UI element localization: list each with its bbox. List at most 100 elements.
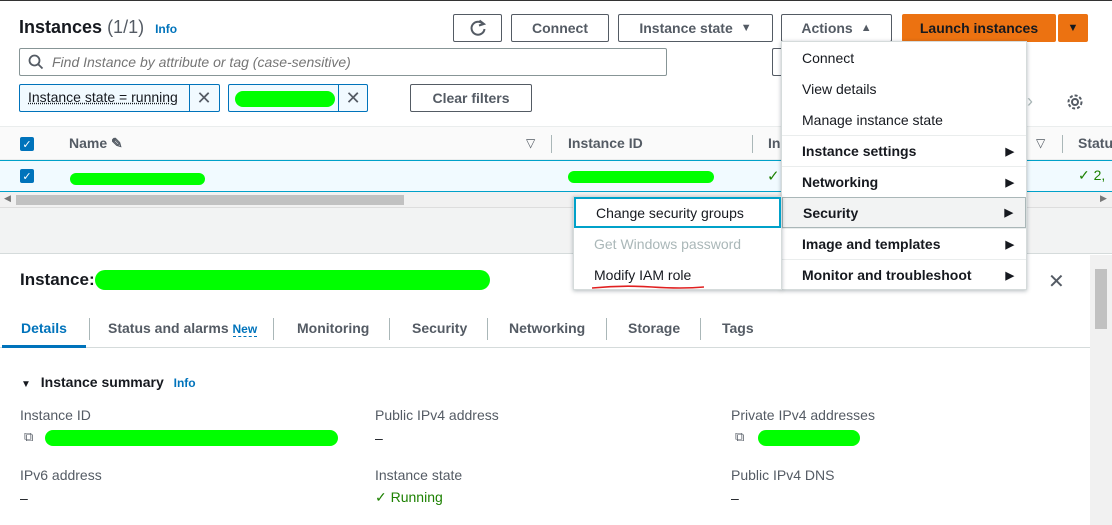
- menu-item-view-details[interactable]: View details: [782, 73, 1026, 104]
- tab-status-alarms[interactable]: Status and alarms New: [108, 320, 258, 337]
- status-checks-text: 2,: [1093, 167, 1106, 183]
- close-icon[interactable]: ✕: [1048, 269, 1065, 294]
- filter-token-state: Instance state = running ✕: [19, 84, 220, 112]
- tab-divider: [89, 318, 90, 340]
- redaction-mark: [758, 430, 860, 446]
- copy-icon[interactable]: ⧉: [24, 429, 33, 445]
- info-link[interactable]: Info: [155, 22, 177, 36]
- sort-icon[interactable]: ▽: [1036, 136, 1045, 150]
- public-ipv4-value: –: [375, 430, 383, 446]
- scroll-left-icon[interactable]: ◀: [4, 193, 11, 204]
- tab-divider: [273, 318, 274, 340]
- security-submenu: Change security groups Get Windows passw…: [573, 196, 782, 290]
- annotation-underline: [592, 285, 704, 289]
- clear-filters-button[interactable]: Clear filters: [410, 84, 532, 112]
- edit-icon: ✎: [111, 135, 123, 151]
- scroll-right-icon[interactable]: ▶: [1100, 193, 1107, 204]
- filter-token-label: [229, 85, 340, 111]
- private-ipv4-label: Private IPv4 addresses: [731, 407, 875, 423]
- ipv6-label: IPv6 address: [20, 467, 102, 483]
- tab-networking[interactable]: Networking: [509, 320, 585, 336]
- vertical-scrollbar[interactable]: [1090, 255, 1112, 525]
- column-divider[interactable]: [752, 135, 753, 153]
- instance-state-button[interactable]: Instance state ▼: [618, 14, 773, 42]
- tab-security[interactable]: Security: [412, 320, 467, 336]
- redaction-mark: [95, 270, 490, 290]
- close-icon[interactable]: ✕: [190, 85, 218, 111]
- column-header-status[interactable]: Statu: [1078, 135, 1112, 151]
- actions-menu: Connect View details Manage instance sta…: [781, 41, 1027, 290]
- submenu-arrow-icon: ▶: [1005, 269, 1014, 282]
- refresh-button[interactable]: [453, 14, 502, 42]
- column-header-instance-id[interactable]: Instance ID: [568, 135, 643, 151]
- tab-divider: [487, 318, 488, 340]
- public-dns-label: Public IPv4 DNS: [731, 467, 835, 483]
- ipv6-value: –: [20, 490, 28, 506]
- menu-item-connect[interactable]: Connect: [782, 42, 1026, 73]
- close-icon[interactable]: ✕: [339, 85, 367, 111]
- menu-item-modify-iam-role[interactable]: Modify IAM role: [574, 259, 781, 290]
- tab-monitoring[interactable]: Monitoring: [297, 320, 369, 336]
- submenu-arrow-icon: ▶: [1005, 238, 1014, 251]
- submenu-arrow-icon: ▶: [1005, 176, 1014, 189]
- tab-storage[interactable]: Storage: [628, 320, 680, 336]
- tab-divider: [700, 318, 701, 340]
- instance-state-label: Instance state: [375, 467, 463, 483]
- info-link[interactable]: Info: [174, 376, 196, 390]
- page-title: Instances (1/1) Info: [19, 17, 177, 38]
- column-header-instance-state[interactable]: In: [768, 135, 780, 151]
- menu-item-get-windows-password: Get Windows password: [594, 235, 742, 252]
- check-circle-icon: ✓: [375, 489, 387, 505]
- menu-item-networking[interactable]: Networking ▶: [782, 166, 1026, 197]
- scrollbar-thumb[interactable]: [1095, 269, 1107, 329]
- column-divider[interactable]: [1062, 135, 1063, 153]
- caret-up-icon: ▲: [860, 22, 872, 34]
- tab-divider: [389, 318, 390, 340]
- gear-icon[interactable]: [1066, 93, 1084, 111]
- menu-item-manage-state[interactable]: Manage instance state: [782, 104, 1026, 135]
- launch-dropdown-button[interactable]: ▼: [1058, 14, 1088, 42]
- scrollbar-thumb[interactable]: [16, 195, 404, 205]
- submenu-arrow-icon: ▶: [1004, 207, 1013, 219]
- chevron-right-icon[interactable]: ›: [1027, 91, 1033, 112]
- details-tabs: Details Status and alarms New Monitoring…: [0, 312, 1090, 348]
- caret-down-icon: ▼: [21, 379, 31, 390]
- menu-item-security[interactable]: Security ▶: [782, 197, 1026, 228]
- connect-button[interactable]: Connect: [511, 14, 609, 42]
- launch-instances-button[interactable]: Launch instances: [902, 14, 1056, 42]
- menu-item-monitor-troubleshoot[interactable]: Monitor and troubleshoot ▶: [782, 259, 1026, 290]
- instance-summary-header[interactable]: ▼ Instance summary Info: [21, 374, 196, 390]
- search-icon: [28, 54, 44, 70]
- instance-state-value: ✓ Running: [375, 489, 443, 505]
- new-badge: New: [232, 322, 258, 337]
- column-divider[interactable]: [551, 135, 552, 153]
- refresh-icon: [470, 19, 486, 36]
- details-panel: Instance: ✕ Details Status and alarms Ne…: [0, 255, 1112, 525]
- redaction-mark: [568, 171, 714, 183]
- select-all-checkbox[interactable]: ✓: [20, 137, 34, 151]
- sort-icon[interactable]: ▽: [526, 136, 535, 150]
- redaction-mark: [70, 173, 205, 185]
- actions-button[interactable]: Actions ▲: [781, 14, 892, 42]
- public-dns-value: –: [731, 490, 739, 506]
- check-circle-icon: ✓: [767, 168, 780, 185]
- instance-id-label: Instance ID: [20, 407, 91, 423]
- column-header-name[interactable]: Name ✎: [69, 135, 123, 152]
- search-bar: [19, 48, 667, 76]
- tab-details[interactable]: Details: [21, 320, 67, 336]
- submenu-arrow-icon: ▶: [1005, 145, 1014, 158]
- instance-state-label: Instance state: [639, 20, 733, 36]
- menu-item-change-security-groups[interactable]: Change security groups: [574, 197, 781, 228]
- redaction-mark: [235, 91, 335, 107]
- tab-tags[interactable]: Tags: [722, 320, 754, 336]
- status-check-cell: ✓ 2,: [1078, 167, 1105, 184]
- filter-token-label: Instance state = running: [20, 85, 190, 111]
- details-title: Instance:: [20, 270, 95, 289]
- search-input[interactable]: [52, 54, 652, 70]
- row-checkbox[interactable]: ✓: [20, 169, 34, 183]
- menu-item-instance-settings[interactable]: Instance settings ▶: [782, 135, 1026, 166]
- menu-item-image-templates[interactable]: Image and templates ▶: [782, 228, 1026, 259]
- copy-icon[interactable]: ⧉: [735, 429, 744, 445]
- filter-token-redacted: ✕: [228, 84, 368, 112]
- caret-down-icon: ▼: [1067, 22, 1079, 34]
